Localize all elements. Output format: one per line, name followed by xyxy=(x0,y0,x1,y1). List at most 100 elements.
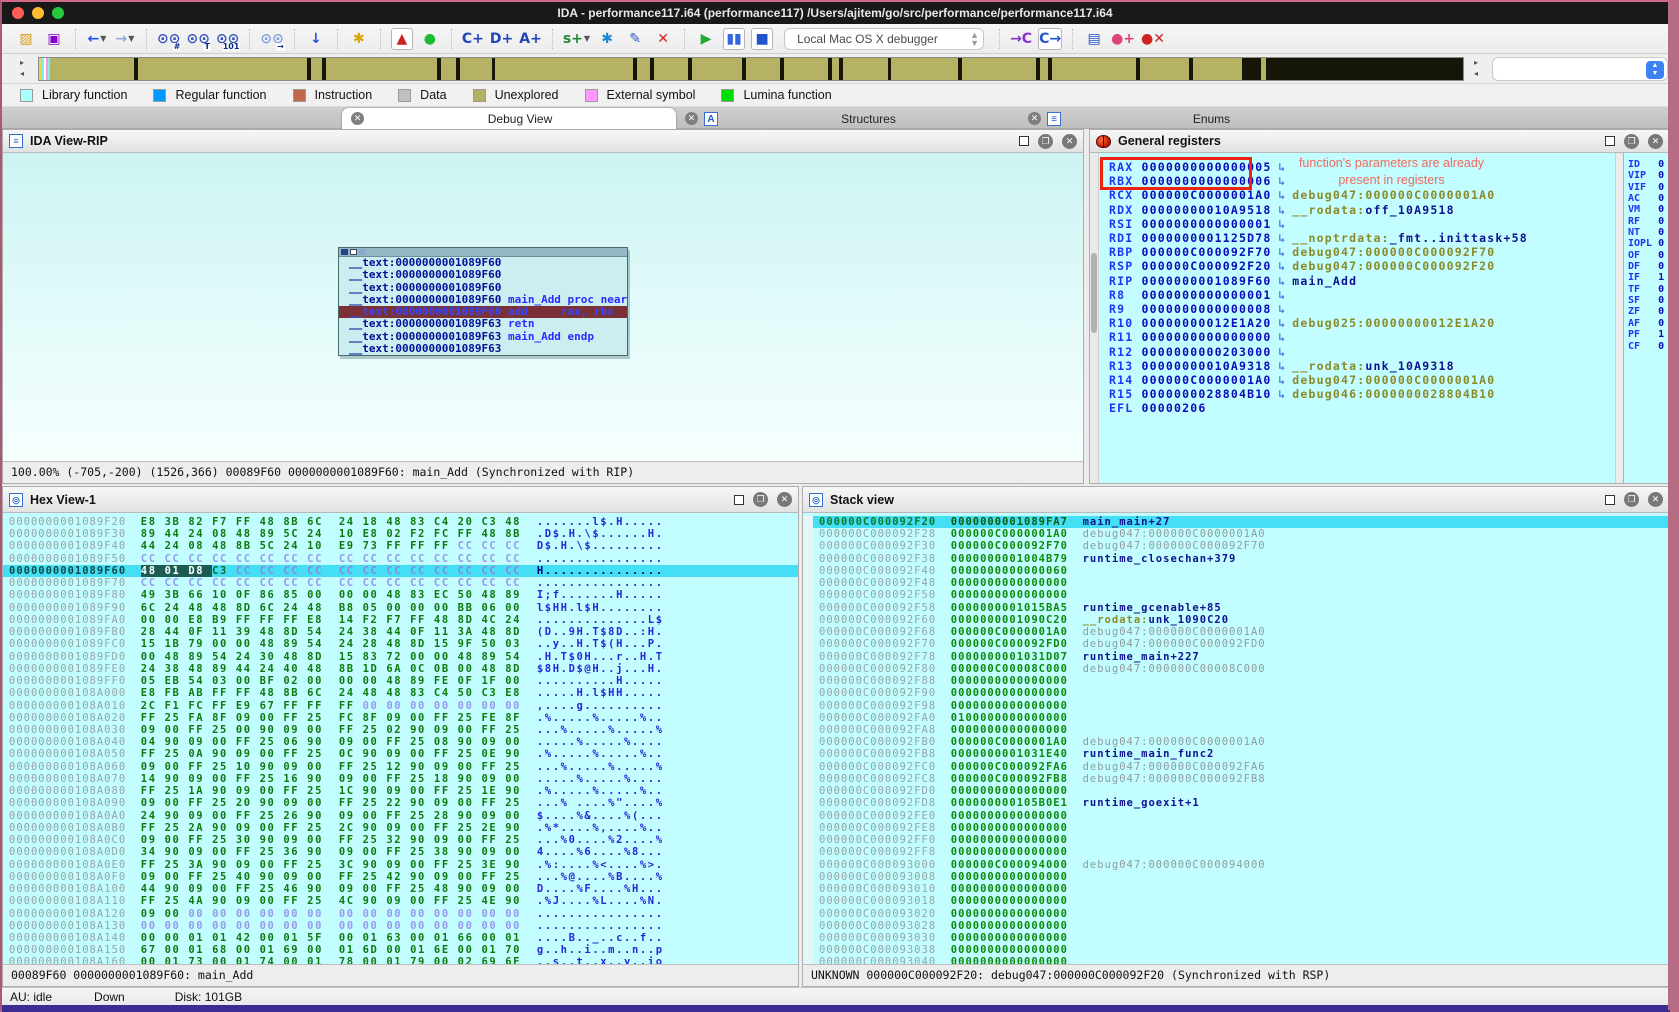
flag-row[interactable]: PF 1 xyxy=(1624,329,1669,340)
hex-row[interactable]: 000000000108A040 04 90 09 00 FF 25 06 90… xyxy=(3,736,798,748)
hex-row[interactable]: 000000000108A080 FF 25 1A 90 09 00 FF 25… xyxy=(3,785,798,797)
hex-row[interactable]: 000000000108A010 2C F1 FC FF E9 67 FF FF… xyxy=(3,700,798,712)
flag-row[interactable]: OF 0 xyxy=(1624,250,1669,261)
search-binary-icon[interactable]: ⊙⊙# xyxy=(157,28,180,50)
create-function-icon[interactable]: ✱ xyxy=(596,28,618,50)
flag-row[interactable]: AC 0 xyxy=(1624,193,1669,204)
stack-row[interactable]: 000000C000092FD8 000000000105B0E1 runtim… xyxy=(813,797,1669,809)
flag-row[interactable]: TF 0 xyxy=(1624,284,1669,295)
stack-row[interactable]: 000000C000092F58 0000000001015BA5 runtim… xyxy=(813,602,1669,614)
stack-row[interactable]: 000000C000092F98 0000000000000000 xyxy=(813,700,1669,712)
step-into-icon[interactable]: →C xyxy=(1010,28,1032,50)
stack-row[interactable]: 000000C000092FD0 0000000000000000 xyxy=(813,785,1669,797)
hex-row[interactable]: 0000000001089FA0 00 00 E8 B9 FF FF FF E8… xyxy=(3,614,798,626)
stack-row[interactable]: 000000C000092F50 0000000000000000 xyxy=(813,589,1669,601)
hex-row[interactable]: 000000000108A050 FF 25 0A 90 09 00 FF 25… xyxy=(3,748,798,760)
stack-row[interactable]: 000000C000092F48 0000000000000000 xyxy=(813,577,1669,589)
ida-view-header[interactable]: ≡ IDA View-RIP ❐ ✕ xyxy=(3,130,1083,153)
register-row[interactable]: RDX 00000000010A9518 ↳ __rodata:off_10A9… xyxy=(1099,203,1615,217)
flags-scrollbar[interactable] xyxy=(1615,153,1623,483)
navband-right-arrows[interactable]: ▸◂ xyxy=(1470,57,1482,79)
hex-row[interactable]: 0000000001089F40 44 24 08 48 8B 5C 24 10… xyxy=(3,540,798,552)
follow-pointer-icon[interactable]: ↳ xyxy=(1271,274,1292,288)
hex-row[interactable]: 000000000108A070 14 90 09 00 FF 25 16 90… xyxy=(3,773,798,785)
follow-pointer-icon[interactable]: ↳ xyxy=(1271,231,1292,245)
hex-row[interactable]: 0000000001089F80 49 3B 66 10 0F 86 85 00… xyxy=(3,589,798,601)
flag-row[interactable]: DF 0 xyxy=(1624,261,1669,272)
edit-comment-icon[interactable]: ✎ xyxy=(624,28,646,50)
hex-row[interactable]: 000000000108A030 09 00 FF 25 00 90 09 00… xyxy=(3,724,798,736)
stack-row[interactable]: 000000C000092F70 000000C000092FD0 debug0… xyxy=(813,638,1669,650)
register-row[interactable]: R12 0000000000203000 ↳ xyxy=(1099,345,1615,359)
hex-row[interactable]: 000000000108A0B0 FF 25 2A 90 09 00 FF 25… xyxy=(3,822,798,834)
navigate-back-icon[interactable]: ←▼ xyxy=(86,28,108,50)
jump-address-icon[interactable]: ↓ xyxy=(305,28,327,50)
stack-row[interactable]: 000000C000092FE8 0000000000000000 xyxy=(813,822,1669,834)
hex-row[interactable]: 0000000001089FC0 15 1B 79 00 00 48 89 54… xyxy=(3,638,798,650)
stack-row[interactable]: 000000C000093030 0000000000000000 xyxy=(813,932,1669,944)
flag-row[interactable]: NT 0 xyxy=(1624,227,1669,238)
create-name-icon[interactable]: A+ xyxy=(519,28,542,50)
stack-row[interactable]: 000000C000092FB8 0000000001031E40 runtim… xyxy=(813,748,1669,760)
float-panel-button[interactable] xyxy=(1605,495,1615,505)
hex-row[interactable]: 0000000001089F30 89 44 24 08 48 89 5C 24… xyxy=(3,528,798,540)
hex-row[interactable]: 000000000108A0A0 24 90 09 00 FF 25 26 90… xyxy=(3,810,798,822)
navigate-forward-icon[interactable]: →▼ xyxy=(114,28,136,50)
lumina-icon[interactable]: ● xyxy=(419,28,441,50)
follow-pointer-icon[interactable]: ↳ xyxy=(1271,373,1292,387)
stack-row[interactable]: 000000C000093028 0000000000000000 xyxy=(813,920,1669,932)
stack-row[interactable]: 000000C000092FF0 0000000000000000 xyxy=(813,834,1669,846)
follow-pointer-icon[interactable]: ↳ xyxy=(1271,316,1292,330)
registers-scrollbar[interactable] xyxy=(1090,153,1099,483)
float-panel-button[interactable] xyxy=(1605,136,1615,146)
problems-icon[interactable]: ▲ xyxy=(391,28,413,50)
hex-row[interactable]: 000000000108A0F0 09 00 FF 25 40 90 09 00… xyxy=(3,871,798,883)
follow-pointer-icon[interactable]: ↳ xyxy=(1271,203,1292,217)
flag-row[interactable]: IF 1 xyxy=(1624,272,1669,283)
search-value-icon[interactable]: ⊙⊙101 xyxy=(216,28,239,50)
stack-view-header[interactable]: ◎ Stack view ❐ ✕ xyxy=(803,487,1669,513)
flag-row[interactable]: SF 0 xyxy=(1624,295,1669,306)
hex-row[interactable]: 000000000108A110 FF 25 4A 90 09 00 FF 25… xyxy=(3,895,798,907)
register-row[interactable]: RDI 0000000001125D78 ↳ __noptrdata:_fmt.… xyxy=(1099,231,1615,245)
flag-row[interactable]: VIP 0 xyxy=(1624,170,1669,181)
register-row[interactable]: R10 00000000012E1A20 ↳ debug025:00000000… xyxy=(1099,316,1615,330)
flag-row[interactable]: RF 0 xyxy=(1624,216,1669,227)
follow-pointer-icon[interactable]: ↳ xyxy=(1271,245,1292,259)
stack-row[interactable]: 000000C000093018 0000000000000000 xyxy=(813,895,1669,907)
tab-structures[interactable]: ✕ A Structures xyxy=(676,108,1019,129)
flag-row[interactable]: CF 0 xyxy=(1624,341,1669,352)
stack-dump[interactable]: 000000C000092F20 0000000001089FA7 main_m… xyxy=(803,513,1669,964)
stack-row[interactable]: 000000C000093010 0000000000000000 xyxy=(813,883,1669,895)
debugger-windows-icon[interactable]: ▤ xyxy=(1083,28,1105,50)
stack-row[interactable]: 000000C000092FC0 000000C000092FA6 debug0… xyxy=(813,761,1669,773)
continue-process-icon[interactable]: ▶ xyxy=(695,28,717,50)
registers-list[interactable]: function's parameters are already presen… xyxy=(1099,153,1615,483)
stack-row[interactable]: 000000C000092FA8 0000000000000000 xyxy=(813,724,1669,736)
close-icon[interactable]: ✕ xyxy=(351,112,364,125)
stack-row[interactable]: 000000C000093008 0000000000000000 xyxy=(813,871,1669,883)
graph-view[interactable]: __text:0000000001089F60__text:0000000001… xyxy=(3,153,1083,461)
undefine-icon[interactable]: ✕ xyxy=(652,28,674,50)
hex-view-header[interactable]: ◎ Hex View-1 ❐ ✕ xyxy=(3,487,798,513)
step-over-icon[interactable]: C→ xyxy=(1038,28,1062,50)
hex-row[interactable]: 0000000001089F60 48 01 D8 C3 CC CC CC CC… xyxy=(3,565,798,577)
flags-list[interactable]: ID 0VIP 0VIF 0AC 0VM 0RF 0NT 0IOPL 0OF 0… xyxy=(1623,153,1669,483)
hex-row[interactable]: 0000000001089FD0 00 48 89 54 24 30 48 8D… xyxy=(3,651,798,663)
navigation-band[interactable] xyxy=(38,57,1464,81)
close-panel-button[interactable]: ✕ xyxy=(777,492,792,507)
register-row[interactable]: RSI 0000000000000001 ↳ xyxy=(1099,217,1615,231)
debugger-select[interactable]: Local Mac OS X debugger▲▼ xyxy=(784,28,984,50)
highlight-lock-icon[interactable]: ✱ xyxy=(348,28,370,50)
hex-row[interactable]: 000000000108A020 FF 25 FA 8F 09 00 FF 25… xyxy=(3,712,798,724)
register-row[interactable]: RCX 000000C0000001A0 ↳ debug047:000000C0… xyxy=(1099,188,1615,202)
tab-debug-view[interactable]: ✕ Debug View xyxy=(342,108,676,129)
follow-pointer-icon[interactable]: ↳ xyxy=(1271,259,1292,273)
disassembly-line[interactable]: __text:0000000001089F63 xyxy=(339,343,627,355)
stack-row[interactable]: 000000C000092F88 0000000000000000 xyxy=(813,675,1669,687)
stack-row[interactable]: 000000C000092FF8 0000000000000000 xyxy=(813,846,1669,858)
register-row[interactable]: R15 0000000028804B10 ↳ debug046:00000000… xyxy=(1099,387,1615,401)
flag-row[interactable]: AF 0 xyxy=(1624,318,1669,329)
follow-pointer-icon[interactable]: ↳ xyxy=(1271,345,1292,359)
remove-breakpoint-icon[interactable]: ●✕ xyxy=(1141,28,1165,50)
